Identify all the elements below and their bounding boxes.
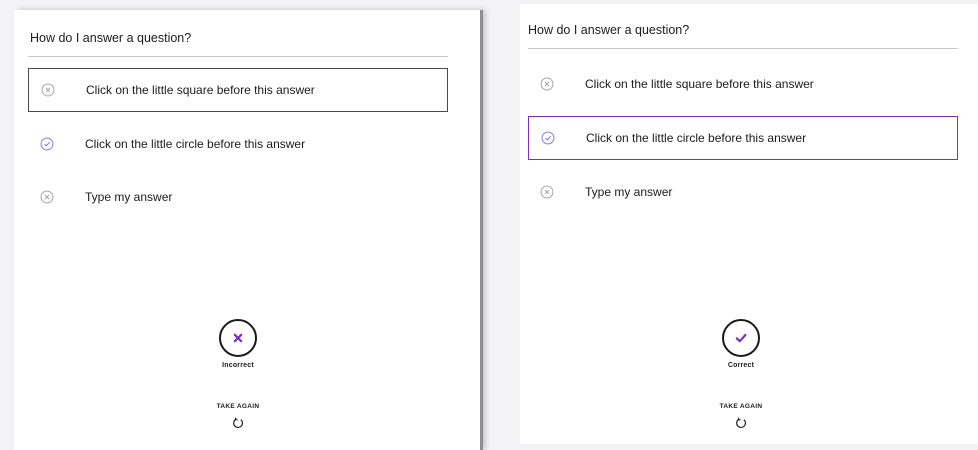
answer-option-type[interactable]: Type my answer — [28, 175, 448, 219]
answer-option-label: Click on the little circle before this a… — [586, 131, 807, 145]
answer-option-square[interactable]: Click on the little square before this a… — [28, 68, 448, 112]
result-label: Correct — [727, 362, 755, 369]
check-mark-icon — [722, 319, 760, 357]
x-circle-icon — [540, 185, 554, 199]
quiz-panel-correct: How do I answer a question? Click on the… — [520, 4, 978, 444]
result-label: Incorrect — [222, 362, 254, 369]
x-mark-icon — [219, 319, 257, 357]
answer-option-square[interactable]: Click on the little square before this a… — [528, 62, 958, 106]
question-divider — [528, 48, 958, 49]
answer-option-circle[interactable]: Click on the little circle before this a… — [28, 122, 448, 166]
quiz-panel-incorrect: How do I answer a question? Click on the… — [14, 10, 480, 450]
x-circle-icon — [40, 190, 54, 204]
x-circle-icon — [41, 83, 55, 97]
take-again-button[interactable]: TAKE AGAIN — [158, 403, 318, 430]
answer-option-circle[interactable]: Click on the little circle before this a… — [528, 116, 958, 160]
answer-option-label: Click on the little circle before this a… — [85, 137, 306, 151]
x-circle-icon — [540, 77, 554, 91]
refresh-icon — [233, 417, 243, 428]
answer-option-label: Type my answer — [85, 190, 173, 204]
result-indicator-incorrect: Incorrect — [158, 319, 318, 369]
question-text: How do I answer a question? — [30, 31, 192, 45]
answer-option-type[interactable]: Type my answer — [528, 170, 958, 214]
answer-option-label: Type my answer — [585, 185, 673, 199]
refresh-icon — [736, 417, 746, 428]
question-divider — [28, 56, 448, 57]
check-circle-icon — [541, 131, 555, 145]
take-again-button[interactable]: TAKE AGAIN — [661, 403, 821, 430]
check-circle-icon — [40, 137, 54, 151]
take-again-label: TAKE AGAIN — [719, 403, 763, 410]
answer-option-label: Click on the little square before this a… — [585, 77, 814, 91]
take-again-label: TAKE AGAIN — [216, 403, 260, 410]
result-indicator-correct: Correct — [661, 319, 821, 369]
answer-option-label: Click on the little square before this a… — [86, 83, 315, 97]
question-text: How do I answer a question? — [528, 23, 690, 37]
